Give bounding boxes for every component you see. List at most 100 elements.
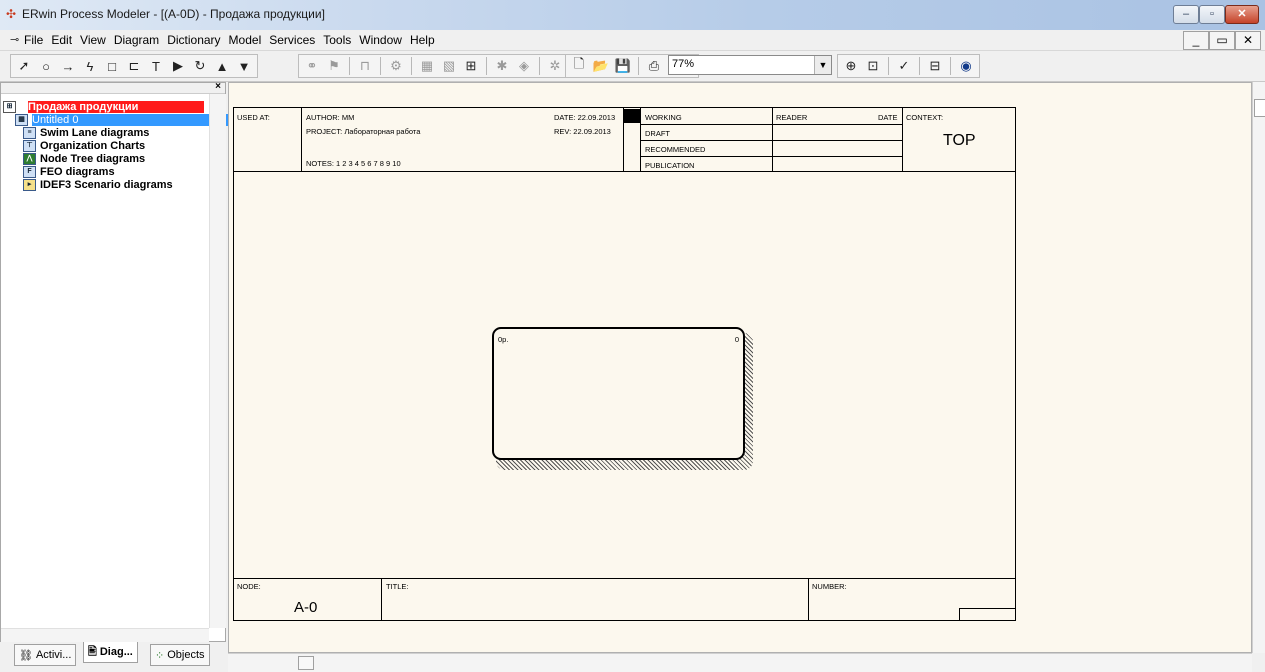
text-tool-icon[interactable]: T — [146, 56, 166, 76]
tree-item[interactable]: ▸ IDEF3 Scenario diagrams — [23, 178, 238, 191]
ellipse-tool-icon[interactable]: ○ — [36, 56, 56, 76]
menu-help[interactable]: Help — [410, 33, 435, 47]
menu-file[interactable]: File — [24, 33, 43, 47]
tree-item-label: IDEF3 Scenario diagrams — [40, 178, 173, 191]
document-menu-icon[interactable]: ⊸ — [10, 33, 19, 46]
zoom-fit-icon[interactable]: ⊡ — [863, 56, 883, 76]
menu-tools[interactable]: Tools — [323, 33, 351, 47]
globe-icon[interactable]: ◉ — [956, 56, 976, 76]
chart-icon[interactable]: ▧ — [439, 56, 459, 76]
pointer-tool-icon[interactable]: ➚ — [14, 56, 34, 76]
palette-icon[interactable]: ◈ — [514, 56, 534, 76]
title-label: TITLE: — [386, 582, 409, 591]
rev-label: REV: 22.09.2013 — [554, 127, 611, 136]
menu-dictionary[interactable]: Dictionary — [167, 33, 220, 47]
menu-window[interactable]: Window — [359, 33, 402, 47]
activity-number: 0 — [734, 335, 739, 344]
link-icon[interactable]: ⚭ — [302, 56, 322, 76]
tab-diagrams[interactable]: 🖹 Diag... — [83, 642, 138, 663]
squiggle-tool-icon[interactable]: ϟ — [80, 56, 100, 76]
explorer-horizontal-scrollbar[interactable] — [1, 628, 209, 642]
arrow-tool-icon[interactable]: → — [58, 56, 78, 76]
report-icon[interactable]: ▦ — [417, 56, 437, 76]
window-title: ERwin Process Modeler - [(A-0D) - Продаж… — [22, 7, 325, 21]
explorer-vertical-scrollbar[interactable] — [209, 94, 226, 628]
spellcheck-icon[interactable]: ✓ — [894, 56, 914, 76]
used-at-label: USED AT: — [237, 113, 270, 122]
activity-box[interactable]: 0р. 0 — [492, 327, 745, 460]
tab-activities[interactable]: ⛓ Activi... — [14, 644, 77, 666]
up-level-icon[interactable]: ▲ — [212, 56, 232, 76]
tab-label: Diag... — [99, 646, 133, 658]
flag-icon[interactable]: ⚑ — [324, 56, 344, 76]
bug-icon[interactable]: ✲ — [545, 56, 565, 76]
chevron-down-icon[interactable]: ▼ — [814, 56, 831, 74]
context-label: CONTEXT: — [906, 113, 944, 122]
menu-view[interactable]: View — [80, 33, 106, 47]
menu-model[interactable]: Model — [229, 33, 262, 47]
model-explorer: × ⊞ Продажа продукции ▦ Untitled 0 ≡ Swi… — [0, 81, 238, 642]
box-tool-icon[interactable]: □ — [102, 56, 122, 76]
save-icon[interactable]: 💾 — [613, 56, 633, 76]
bracket-tool-icon[interactable]: ⊏ — [124, 56, 144, 76]
close-button[interactable]: ✕ — [1225, 5, 1259, 24]
idef0-frame: USED AT: AUTHOR: MM PROJECT: Лабораторна… — [233, 107, 1016, 621]
print-icon[interactable]: ⎙ — [644, 56, 664, 76]
scroll-thumb[interactable] — [1254, 99, 1265, 117]
grid-icon[interactable]: ⊞ — [461, 56, 481, 76]
tree-root[interactable]: ⊞ Продажа продукции — [3, 100, 238, 113]
diagram-canvas[interactable]: USED AT: AUTHOR: MM PROJECT: Лабораторна… — [228, 82, 1252, 653]
maximize-button[interactable]: ▫ — [1199, 5, 1225, 24]
tree-item[interactable]: ⊤ Organization Charts — [23, 139, 238, 152]
explorer-header: × — [1, 81, 225, 94]
tree-item-label: Swim Lane diagrams — [40, 126, 150, 139]
scroll-thumb[interactable] — [298, 656, 314, 670]
diagram-tree: ⊞ Продажа продукции ▦ Untitled 0 ≡ Swim … — [3, 100, 238, 191]
publication-label: PUBLICATION — [645, 161, 695, 170]
tree-item-label: Untitled 0 — [32, 113, 238, 126]
date-label: DATE: 22.09.2013 — [554, 113, 616, 122]
reader-label: READER — [776, 113, 808, 122]
header-divider — [234, 171, 1015, 172]
model-explorer-icon[interactable]: ⊟ — [925, 56, 945, 76]
settings-icon[interactable]: ⚙ — [386, 56, 406, 76]
minimize-button[interactable]: – — [1173, 5, 1199, 24]
tree-item[interactable]: ▦ Untitled 0 — [15, 113, 238, 126]
tree-item-label: FEO diagrams — [40, 165, 115, 178]
number-cell — [959, 608, 1016, 621]
zoom-select[interactable]: 77% ▼ — [668, 55, 832, 75]
mdi-minimize-button[interactable]: _ — [1183, 31, 1209, 50]
menu-services[interactable]: Services — [269, 33, 315, 47]
working-label: WORKING — [645, 113, 682, 122]
tab-label: Objects — [167, 649, 205, 661]
mdi-restore-button[interactable]: ▭ — [1209, 31, 1235, 50]
activity-cost: 0р. — [498, 335, 509, 344]
lock-icon[interactable]: ⊓ — [355, 56, 375, 76]
feo-icon: F — [23, 165, 36, 178]
divider — [808, 578, 809, 620]
objects-icon: ⁘ — [155, 649, 165, 662]
zoom-in-icon[interactable]: ⊕ — [841, 56, 861, 76]
mdi-close-button[interactable]: ✕ — [1235, 31, 1261, 50]
close-icon[interactable]: × — [215, 81, 221, 92]
new-icon[interactable]: 🗋 — [569, 56, 589, 76]
tab-objects[interactable]: ⁘ Objects — [150, 644, 210, 666]
canvas-horizontal-scrollbar[interactable] — [228, 653, 1252, 672]
draft-label: DRAFT — [645, 129, 670, 138]
down-level-icon[interactable]: ▼ — [234, 56, 254, 76]
gear-icon[interactable]: ✱ — [492, 56, 512, 76]
canvas-vertical-scrollbar[interactable] — [1252, 82, 1265, 653]
project-label: PROJECT: Лабораторная работа — [306, 127, 421, 136]
node-label: NODE: — [237, 582, 261, 591]
play-tool-icon[interactable]: ▶ — [168, 56, 188, 76]
tree-item[interactable]: ≡ Swim Lane diagrams — [23, 126, 238, 139]
working-status-marker — [624, 109, 640, 123]
notes-label: NOTES: 1 2 3 4 5 6 7 8 9 10 — [306, 159, 401, 168]
zoom-value: 77% — [672, 58, 695, 70]
tree-item[interactable]: ⋀ Node Tree diagrams — [23, 152, 238, 165]
open-icon[interactable]: 📂 — [591, 56, 611, 76]
menu-edit[interactable]: Edit — [51, 33, 72, 47]
tree-item[interactable]: F FEO diagrams — [23, 165, 238, 178]
menu-diagram[interactable]: Diagram — [114, 33, 159, 47]
rotate-tool-icon[interactable]: ↻ — [190, 56, 210, 76]
